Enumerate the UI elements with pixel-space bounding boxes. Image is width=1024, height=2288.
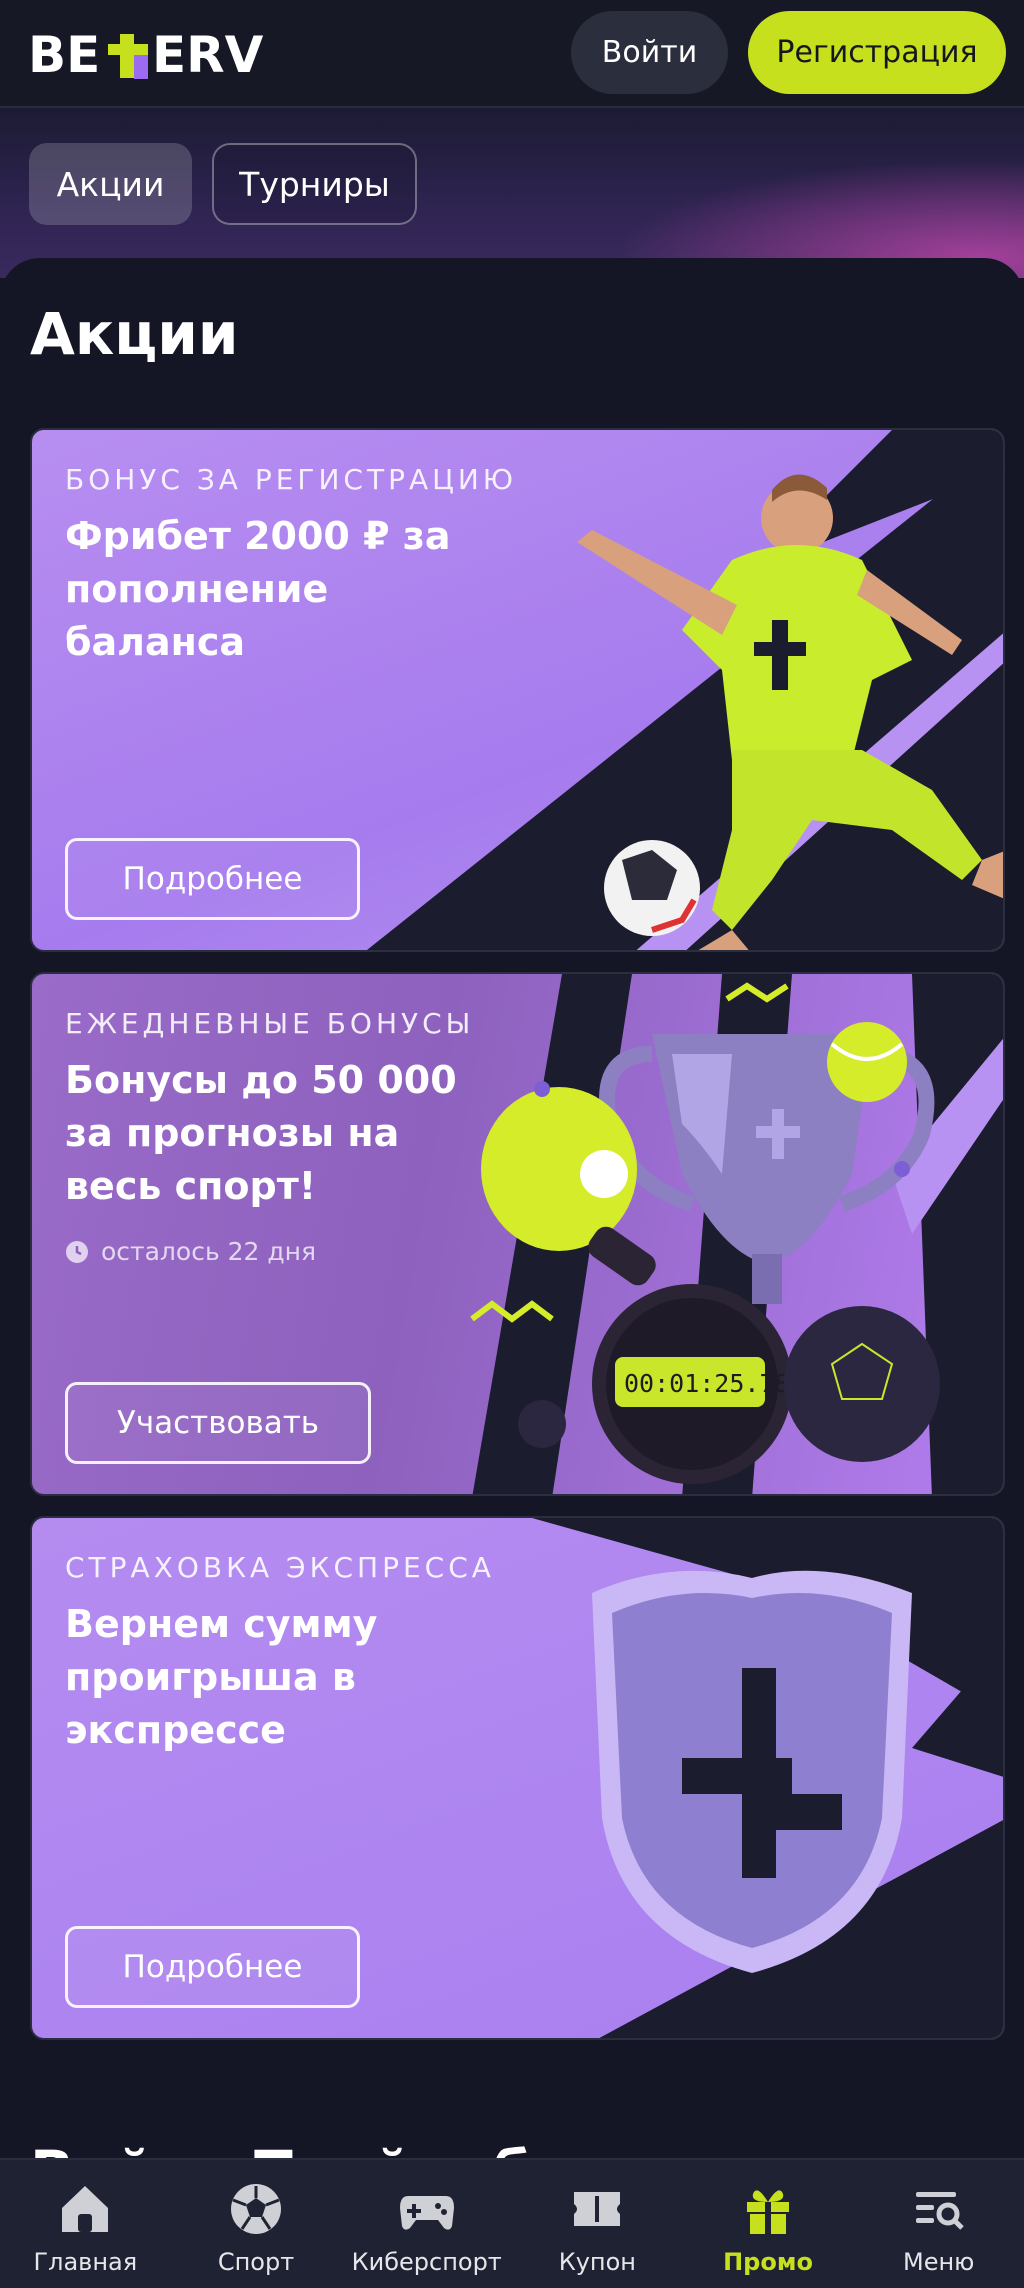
details-button[interactable]: Подробнее xyxy=(65,1926,360,2008)
bottom-nav: Главная Спорт Киберспорт Купон Промо Мен… xyxy=(0,2158,1024,2288)
timer-text: осталось 22 дня xyxy=(101,1237,317,1266)
gift-icon xyxy=(747,2190,790,2234)
promo-card-express-insurance[interactable]: СТРАХОВКА ЭКСПРЕССА Вернем сумму проигры… xyxy=(30,1516,1005,2040)
nav-item-sport[interactable]: Спорт xyxy=(171,2160,342,2288)
tab-promotions[interactable]: Акции xyxy=(29,143,192,225)
nav-item-coupon[interactable]: Купон xyxy=(512,2160,683,2288)
promo-title: Бонусы до 50 000 за прогнозы на весь спо… xyxy=(65,1058,457,1208)
nav-label: Меню xyxy=(903,2248,975,2276)
promo-card-registration-bonus[interactable]: БОНУС ЗА РЕГИСТРАЦИЮ Фрибет 2000 ₽ за по… xyxy=(30,428,1005,952)
nav-label: Промо xyxy=(723,2248,813,2276)
coupon-icon xyxy=(574,2192,621,2226)
register-button[interactable]: Регистрация xyxy=(748,11,1006,94)
promo-eyebrow: СТРАХОВКА ЭКСПРЕССА xyxy=(65,1551,495,1584)
svg-text:ERV: ERV xyxy=(152,26,264,82)
promo-title: Фрибет 2000 ₽ за пополнение баланса xyxy=(65,514,451,664)
nav-label: Киберспорт xyxy=(351,2248,502,2276)
gamepad-icon xyxy=(399,2196,454,2230)
nav-label: Купон xyxy=(558,2248,636,2276)
login-button[interactable]: Войти xyxy=(571,11,728,94)
nav-item-menu[interactable]: Меню xyxy=(853,2160,1024,2288)
details-button[interactable]: Подробнее xyxy=(65,838,360,920)
stopwatch-display: 00:01:25.78 xyxy=(624,1369,790,1398)
home-icon xyxy=(62,2186,109,2232)
promo-eyebrow: БОНУС ЗА РЕГИСТРАЦИЮ xyxy=(65,463,518,496)
top-header: BE ERV Войти Регистрация xyxy=(0,0,1024,108)
nav-label: Спорт xyxy=(217,2248,295,2276)
soccer-ball-icon xyxy=(231,2184,281,2234)
promo-card-daily-bonuses[interactable]: 00:01:25.78 ЕЖЕДНЕВНЫЕ БОНУСЫ Бонусы до … xyxy=(30,972,1005,1496)
menu-search-icon xyxy=(915,2192,964,2230)
participate-button[interactable]: Участвовать xyxy=(65,1382,371,1464)
nav-label: Главная xyxy=(33,2248,138,2276)
promo-title: Вернем сумму проигрыша в экспрессе xyxy=(65,1602,378,1752)
brand-logo[interactable]: BE ERV xyxy=(28,22,278,84)
tab-tournaments[interactable]: Турниры xyxy=(212,143,417,225)
nav-item-home[interactable]: Главная xyxy=(0,2160,171,2288)
nav-item-esports[interactable]: Киберспорт xyxy=(341,2160,512,2288)
nav-item-promo[interactable]: Промо xyxy=(683,2160,854,2288)
logo-mark-icon: BE ERV xyxy=(28,26,264,84)
promo-eyebrow: ЕЖЕДНЕВНЫЕ БОНУСЫ xyxy=(65,1007,475,1040)
svg-text:BE: BE xyxy=(28,26,100,82)
clock-icon xyxy=(66,1240,88,1263)
page-title: Акции xyxy=(30,300,239,368)
promo-timer: осталось 22 дня xyxy=(65,1237,316,1266)
